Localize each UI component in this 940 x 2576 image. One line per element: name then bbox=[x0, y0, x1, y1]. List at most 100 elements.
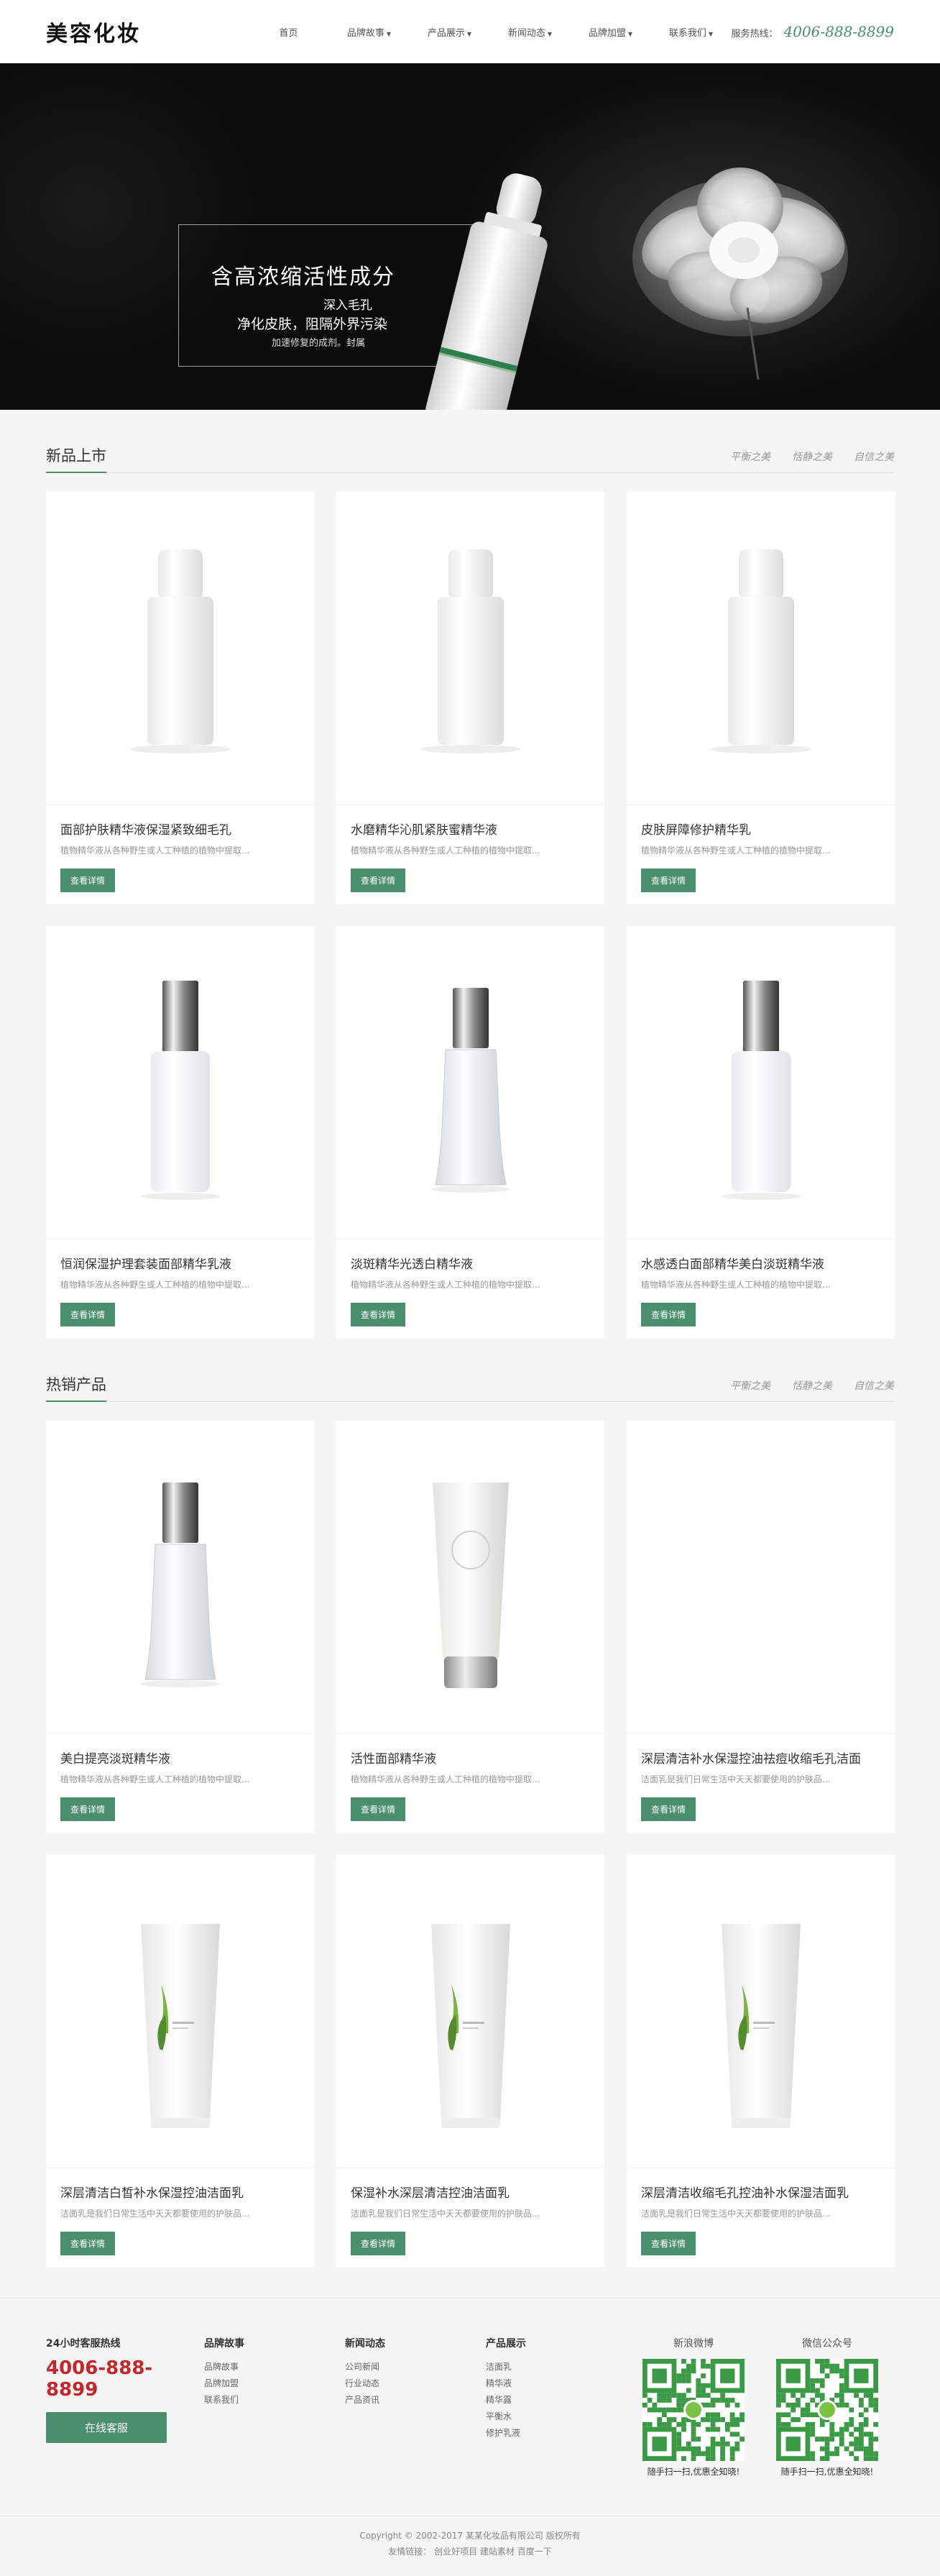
product-title[interactable]: 深层清洁白皙补水保湿控油洁面乳 bbox=[60, 2183, 300, 2201]
view-details-button[interactable]: 查看详情 bbox=[351, 2232, 406, 2255]
product-card[interactable]: 面部护肤精华液保湿紧致细毛孔植物精华液从各种野生或人工种植的植物中提取... 查看… bbox=[46, 492, 314, 904]
section-title: 热销产品 bbox=[46, 1373, 106, 1402]
product-title[interactable]: 深层清洁收缩毛孔控油补水保湿洁面乳 bbox=[641, 2183, 880, 2201]
product-title[interactable]: 皮肤屏障修护精华乳 bbox=[641, 820, 880, 838]
footer-contact: 24小时客服热线 4006-888-8899 在线客服 bbox=[46, 2336, 204, 2516]
header-hotline: 服务热线： 4006-888-8899 bbox=[731, 23, 894, 40]
footer-link[interactable]: 精华露 bbox=[486, 2392, 627, 2408]
nav-item[interactable]: 联系我们 ▼ bbox=[650, 25, 731, 39]
nav-item[interactable]: 品牌故事 ▼ bbox=[328, 25, 409, 39]
nav-item[interactable]: 首页 bbox=[248, 25, 328, 39]
product-image[interactable] bbox=[627, 1421, 895, 1734]
friend-links[interactable]: 友情链接： 创业好项目 建站素材 百度一下 bbox=[0, 2544, 940, 2559]
product-info: 活性面部精华液 植物精华液从各种野生或人工种植的植物中提取... 查看详情 bbox=[336, 1734, 604, 1821]
product-card[interactable]: 深层清洁补水保湿控油祛痘收缩毛孔洁面洁面乳是我们日常生活中天天都要使用的护肤品.… bbox=[627, 1421, 895, 1833]
footer-link[interactable]: 洁面乳 bbox=[486, 2359, 627, 2375]
product-image[interactable] bbox=[336, 1855, 604, 2168]
product-card[interactable]: 深层清洁收缩毛孔控油补水保湿洁面乳洁面乳是我们日常生活中天天都要使用的护肤品..… bbox=[627, 1855, 895, 2268]
product-title[interactable]: 面部护肤精华液保湿紧致细毛孔 bbox=[60, 820, 300, 838]
product-info: 深层清洁收缩毛孔控油补水保湿洁面乳洁面乳是我们日常生活中天天都要使用的护肤品..… bbox=[627, 2168, 895, 2255]
copyright-text: Copyright © 2002-2017 某某化妆品有限公司 版权所有 bbox=[359, 2531, 581, 2541]
section-tags: 平衡之美 恬静之美 自信之美 bbox=[709, 449, 894, 472]
product-image[interactable] bbox=[46, 926, 314, 1239]
site-header: 美容化妆 首页 品牌故事 ▼ 产品展示 ▼ 新闻动态 ▼ 品牌加盟 ▼ 联系我们 ▼ 服务热线： 4… bbox=[0, 0, 940, 63]
product-image[interactable] bbox=[46, 1855, 314, 2168]
product-image[interactable] bbox=[46, 492, 314, 805]
site-logo[interactable]: 美容化妆 bbox=[46, 16, 248, 47]
product-title[interactable]: 水磨精华沁肌紧肤蜜精华液 bbox=[351, 820, 590, 838]
product-title[interactable]: 水感透白面部精华美白淡斑精华液 bbox=[641, 1254, 880, 1273]
footer-link[interactable]: 精华液 bbox=[486, 2375, 627, 2392]
nav-item[interactable]: 品牌加盟 ▼ bbox=[570, 25, 650, 39]
product-image[interactable] bbox=[336, 1421, 604, 1734]
view-details-button[interactable]: 查看详情 bbox=[60, 2232, 116, 2255]
hot-products-section: 热销产品 平衡之美 恬静之美 自信之美 美白提亮淡斑精华液 植物精华液从各种野生或人工种… bbox=[46, 1339, 895, 2268]
view-details-button[interactable]: 查看详情 bbox=[641, 868, 696, 892]
footer-link[interactable]: 平衡水 bbox=[486, 2408, 627, 2425]
product-description: 洁面乳是我们日常生活中天天都要使用的护肤品... bbox=[351, 2209, 540, 2219]
footer-link[interactable]: 公司新闻 bbox=[345, 2359, 486, 2375]
product-title[interactable]: 恒润保湿护理套装面部精华乳液 bbox=[60, 1254, 300, 1273]
view-details-button[interactable]: 查看详情 bbox=[351, 868, 406, 892]
footer-link[interactable]: 品牌加盟 bbox=[204, 2375, 345, 2392]
footer-column: 产品展示 洁面乳 精华液 精华露 平衡水 修护乳液 bbox=[486, 2336, 627, 2516]
product-description: 洁面乳是我们日常生活中天天都要使用的护肤品... bbox=[641, 1774, 831, 1784]
caret-down-icon: ▼ bbox=[708, 30, 714, 37]
view-details-button[interactable]: 查看详情 bbox=[60, 868, 116, 892]
qr-title: 新浪微博 bbox=[673, 2338, 714, 2350]
product-description: 植物精华液从各种野生或人工种植的植物中提取... bbox=[641, 1280, 831, 1290]
product-card[interactable]: 皮肤屏障修护精华乳 植物精华液从各种野生或人工种植的植物中提取... 查看详情 bbox=[627, 492, 895, 904]
product-image[interactable] bbox=[46, 1421, 314, 1734]
view-details-button[interactable]: 查看详情 bbox=[641, 2232, 696, 2255]
product-title[interactable]: 美白提亮淡斑精华液 bbox=[60, 1748, 300, 1767]
product-info: 水感透白面部精华美白淡斑精华液植物精华液从各种野生或人工种植的植物中提取... 查… bbox=[627, 1239, 895, 1326]
product-card[interactable]: 淡斑精华光透白精华液植物精华液从各种野生或人工种植的植物中提取... 查看详情 bbox=[336, 926, 604, 1339]
view-details-button[interactable]: 查看详情 bbox=[60, 1797, 116, 1821]
nav-item-label: 产品展示 bbox=[427, 27, 465, 39]
online-service-button[interactable]: 在线客服 bbox=[46, 2412, 167, 2443]
footer-link[interactable]: 品牌故事 bbox=[204, 2359, 345, 2375]
footer-link[interactable]: 行业动态 bbox=[345, 2375, 486, 2392]
product-title[interactable]: 深层清洁补水保湿控油祛痘收缩毛孔洁面 bbox=[641, 1748, 880, 1767]
section-header: 热销产品 平衡之美 恬静之美 自信之美 bbox=[46, 1372, 894, 1402]
product-image[interactable] bbox=[336, 492, 604, 805]
hero-banner[interactable]: 含高浓缩活性成分 深入毛孔 净化皮肤，阻隔外界污染 加速修复的成剂。封属 bbox=[0, 63, 940, 410]
view-details-button[interactable]: 查看详情 bbox=[641, 1303, 696, 1326]
qr-caption: 随手扫一扫,优惠全知晓! bbox=[780, 2467, 874, 2477]
product-title[interactable]: 保湿补水深层清洁控油洁面乳 bbox=[351, 2183, 590, 2201]
nav-item-label: 新闻动态 bbox=[507, 27, 545, 39]
product-card[interactable]: 美白提亮淡斑精华液 植物精华液从各种野生或人工种植的植物中提取... 查看详情 bbox=[46, 1421, 314, 1833]
footer-link[interactable]: 修护乳液 bbox=[486, 2425, 627, 2442]
product-title[interactable]: 活性面部精华液 bbox=[351, 1748, 590, 1767]
product-description: 植物精华液从各种野生或人工种植的植物中提取... bbox=[351, 1280, 540, 1290]
product-card[interactable]: 恒润保湿护理套装面部精华乳液 植物精华液从各种野生或人工种植的植物中提取... 查看… bbox=[46, 926, 314, 1339]
footer-link[interactable]: 联系我们 bbox=[204, 2392, 345, 2408]
nav-item[interactable]: 新闻动态 ▼ bbox=[489, 25, 570, 39]
product-card[interactable]: 活性面部精华液 植物精华液从各种野生或人工种植的植物中提取... 查看详情 bbox=[336, 1421, 604, 1833]
product-grid: 美白提亮淡斑精华液 植物精华液从各种野生或人工种植的植物中提取... 查看详情 活性… bbox=[46, 1421, 895, 2268]
product-image[interactable] bbox=[627, 1855, 895, 2168]
product-image[interactable] bbox=[627, 492, 895, 805]
product-info: 深层清洁白皙补水保湿控油洁面乳 洁面乳是我们日常生活中天天都要使用的护肤品... 查… bbox=[46, 2168, 314, 2255]
view-details-button[interactable]: 查看详情 bbox=[641, 1797, 696, 1821]
product-card[interactable]: 深层清洁白皙补水保湿控油洁面乳 洁面乳是我们日常生活中天天都要使用的护肤品... 查… bbox=[46, 1855, 314, 2268]
product-card[interactable]: 水磨精华沁肌紧肤蜜精华液 植物精华液从各种野生或人工种植的植物中提取... 查看详情 bbox=[336, 492, 604, 904]
qr-code-image[interactable] bbox=[776, 2359, 878, 2461]
site-footer: 24小时客服热线 4006-888-8899 在线客服 品牌故事 品牌故事 品牌加盟… bbox=[0, 2298, 940, 2574]
nav-item[interactable]: 产品展示 ▼ bbox=[409, 25, 489, 39]
product-title[interactable]: 淡斑精华光透白精华液 bbox=[351, 1254, 590, 1273]
view-details-button[interactable]: 查看详情 bbox=[351, 1303, 406, 1326]
qr-code-image[interactable] bbox=[642, 2359, 745, 2461]
qr-title: 微信公众号 bbox=[802, 2338, 852, 2350]
view-details-button[interactable]: 查看详情 bbox=[351, 1797, 406, 1821]
product-description: 植物精华液从各种野生或人工种植的植物中提取... bbox=[60, 845, 250, 856]
product-card[interactable]: 保湿补水深层清洁控油洁面乳洁面乳是我们日常生活中天天都要使用的护肤品... 查看详… bbox=[336, 1855, 604, 2268]
footer-link[interactable]: 产品资讯 bbox=[345, 2392, 486, 2408]
caret-down-icon: ▼ bbox=[547, 30, 553, 37]
product-description: 洁面乳是我们日常生活中天天都要使用的护肤品... bbox=[641, 2209, 831, 2219]
product-image[interactable] bbox=[336, 926, 604, 1239]
section-tag: 平衡之美 bbox=[730, 452, 770, 463]
product-image[interactable] bbox=[627, 926, 895, 1239]
view-details-button[interactable]: 查看详情 bbox=[60, 1303, 116, 1326]
product-card[interactable]: 水感透白面部精华美白淡斑精华液植物精华液从各种野生或人工种植的植物中提取... 查… bbox=[627, 926, 895, 1339]
